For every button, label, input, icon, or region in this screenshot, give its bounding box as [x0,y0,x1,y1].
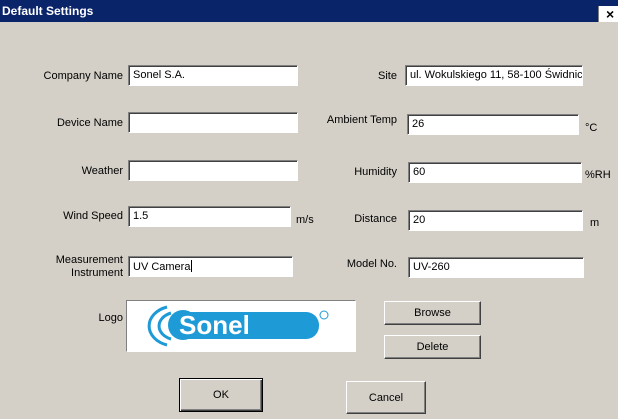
weather-label: Weather [81,165,123,177]
humidity-unit: %RH [585,169,611,181]
wind-speed-label: Wind Speed [63,210,123,222]
ambient-temp-label: Ambient Temp [326,114,397,126]
humidity-label: Humidity [354,166,397,178]
delete-button[interactable]: Delete [384,335,481,359]
close-button[interactable]: × [598,6,618,22]
humidity-input[interactable]: 60 [408,162,582,183]
company-name-input[interactable]: Sonel S.A. [128,65,298,86]
model-no-input[interactable]: UV-260 [408,257,584,278]
measurement-instrument-label-line2: Instrument [71,267,123,279]
distance-input[interactable]: 20 [408,210,583,231]
logo-preview: Sonel [126,300,356,352]
ambient-temp-value: 26 [412,118,425,130]
window-title: Default Settings [2,4,94,18]
ok-button-label: OK [213,389,229,401]
browse-button[interactable]: Browse [384,301,481,325]
default-settings-dialog: Default Settings × Company Name Sonel S.… [0,0,618,419]
measurement-instrument-label-line1: Measurement [55,254,123,266]
ambient-temp-unit: °C [585,122,598,134]
distance-label: Distance [354,213,397,225]
title-bar: Default Settings × [0,0,618,22]
weather-input[interactable] [128,160,298,181]
wind-speed-input[interactable]: 1.5 [128,206,291,227]
sonel-logo: Sonel [147,305,329,347]
close-icon: × [606,6,615,22]
site-label: Site [378,70,397,82]
site-value: ul. Wokulskiego 11, 58-100 Świdnica [410,69,583,81]
browse-button-label: Browse [414,307,451,319]
wind-speed-value: 1.5 [133,210,149,222]
distance-value: 20 [413,214,426,226]
model-no-label: Model No. [346,258,397,270]
text-caret [191,260,193,272]
logo-brand-text: Sonel [179,310,250,340]
device-name-input[interactable] [128,112,298,133]
measurement-instrument-input[interactable]: UV Camera [128,256,293,277]
logo-label: Logo [98,312,123,324]
device-name-label: Device Name [56,117,123,129]
cancel-button[interactable]: Cancel [346,381,426,414]
company-name-label: Company Name [43,70,123,82]
measurement-instrument-value: UV Camera [133,261,191,273]
company-name-value: Sonel S.A. [133,69,185,81]
ambient-temp-input[interactable]: 26 [407,114,579,135]
distance-unit: m [590,217,600,229]
ok-button[interactable]: OK [179,378,263,412]
cancel-button-label: Cancel [368,391,404,404]
site-input[interactable]: ul. Wokulskiego 11, 58-100 Świdnica [405,65,583,86]
model-no-value: UV-260 [413,261,450,273]
humidity-value: 60 [413,166,426,178]
delete-button-label: Delete [416,341,449,353]
